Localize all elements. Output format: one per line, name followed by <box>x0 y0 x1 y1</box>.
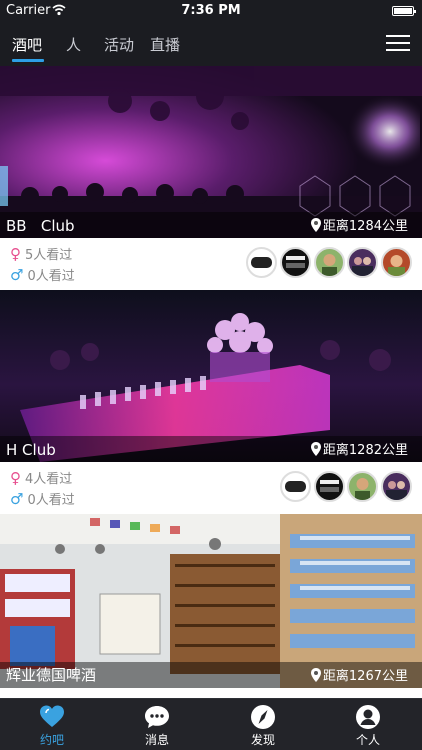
tab-label: 消息 <box>144 733 169 747</box>
avatar[interactable] <box>381 247 412 278</box>
venue-photo[interactable]: H Club 距离1282公里 <box>0 290 422 462</box>
tab-label: 个人 <box>355 733 380 747</box>
female-view-count: 4人看过 <box>25 472 73 487</box>
avatar[interactable] <box>246 247 277 278</box>
active-tab-indicator <box>12 59 44 62</box>
tab-events[interactable]: 活动 <box>104 34 134 55</box>
menu-icon[interactable] <box>386 35 410 53</box>
tab-discover[interactable]: 发现 <box>223 699 303 750</box>
avatar[interactable] <box>347 471 378 502</box>
avatar[interactable] <box>314 471 345 502</box>
venue-distance: 距离1284公里 <box>322 219 408 234</box>
compass-icon <box>251 705 275 729</box>
venue-card[interactable]: 辉业德国啤酒 距离1267公里 <box>0 514 422 698</box>
female-views-row: ♀ 4人看过 <box>10 468 72 487</box>
female-view-count: 5人看过 <box>25 248 73 263</box>
top-nav: 酒吧 人 活动 直播 <box>0 22 422 66</box>
tab-messages[interactable]: 消息 <box>117 699 197 750</box>
female-icon: ♀ <box>10 245 21 263</box>
location-pin-icon <box>311 668 321 682</box>
male-views-row: ♂ 0人看过 <box>10 489 75 508</box>
tab-people[interactable]: 人 <box>66 34 81 55</box>
tab-live[interactable]: 直播 <box>150 34 180 55</box>
bottom-tab-bar: 约吧 消息 发现 个人 <box>0 698 422 750</box>
male-icon: ♂ <box>10 266 24 284</box>
status-bar: Carrier 7:36 PM <box>0 0 422 22</box>
chat-bubble-icon <box>145 706 169 728</box>
clock: 7:36 PM <box>181 3 241 18</box>
venue-name: BB Club <box>6 217 75 235</box>
venue-stats: ♀ 4人看过 ♂ 0人看过 <box>0 462 422 514</box>
venue-name: 辉业德国啤酒 <box>6 666 97 684</box>
avatar[interactable] <box>280 471 311 502</box>
person-icon <box>356 705 380 729</box>
tab-yueba[interactable]: 约吧 <box>12 699 92 750</box>
venue-card[interactable]: BB Club 距离1284公里 ♀ 5人看过 ♂ 0人看过 <box>0 66 422 290</box>
avatar[interactable] <box>381 471 412 502</box>
tab-bars[interactable]: 酒吧 <box>12 34 42 55</box>
avatar[interactable] <box>314 247 345 278</box>
location-pin-icon <box>311 218 321 232</box>
venue-photo[interactable]: 辉业德国啤酒 距离1267公里 <box>0 514 422 688</box>
avatar[interactable] <box>280 247 311 278</box>
male-views-row: ♂ 0人看过 <box>10 265 75 284</box>
battery-icon <box>392 6 416 16</box>
venue-card[interactable]: H Club 距离1282公里 ♀ 4人看过 ♂ 0人看过 <box>0 290 422 514</box>
heart-icon <box>40 705 64 727</box>
location-pin-icon <box>311 442 321 456</box>
tab-label: 发现 <box>250 733 275 747</box>
avatar[interactable] <box>347 247 378 278</box>
venue-distance: 距离1267公里 <box>322 669 408 684</box>
venue-stats <box>0 688 422 698</box>
venue-distance: 距离1282公里 <box>322 443 408 458</box>
female-icon: ♀ <box>10 469 21 487</box>
tab-profile[interactable]: 个人 <box>328 699 408 750</box>
male-icon: ♂ <box>10 490 24 508</box>
venue-photo[interactable]: BB Club 距离1284公里 <box>0 66 422 238</box>
female-views-row: ♀ 5人看过 <box>10 244 72 263</box>
tab-label: 约吧 <box>39 733 64 747</box>
venue-name: H Club <box>6 441 56 459</box>
venue-stats: ♀ 5人看过 ♂ 0人看过 <box>0 238 422 290</box>
male-view-count: 0人看过 <box>27 493 75 508</box>
male-view-count: 0人看过 <box>27 269 75 284</box>
